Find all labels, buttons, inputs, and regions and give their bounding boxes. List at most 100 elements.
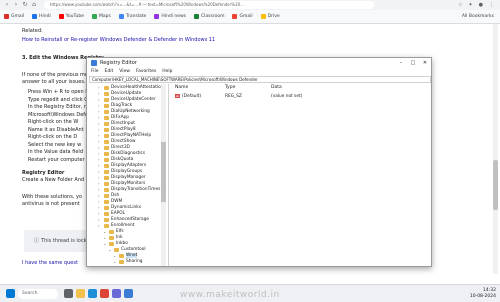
minimize-icon[interactable]: – [395, 58, 407, 68]
regedit-menubar: File Edit View Favorites Help [87, 68, 431, 76]
chrome-icon[interactable] [100, 289, 109, 298]
bookmark-icon [4, 14, 9, 19]
paragraph-2b: antivirus is not present [22, 201, 80, 207]
value-row[interactable]: ab (Default) REG_SZ (value not set) [173, 94, 429, 101]
info-icon: ⓘ [34, 238, 40, 244]
bookmark-label: YouTube [65, 14, 85, 19]
tree-scroll-thumb[interactable] [161, 142, 166, 202]
maximize-icon[interactable]: □ [407, 58, 419, 68]
bookmark-label: Hindi [39, 14, 51, 19]
step-item: Type regedit and click OK. [28, 96, 94, 103]
registry-description: Create a New Folder And [22, 177, 85, 183]
browser-toolbar-right: ☆ ✦ ● ⋮ [458, 1, 494, 9]
bookmark-icon [194, 14, 199, 19]
regedit-titlebar[interactable]: Registry Editor – □ ✕ [87, 58, 431, 68]
bookmark-item[interactable]: Maps [92, 14, 111, 19]
column-type[interactable]: Type [225, 85, 235, 90]
related-label: Related: [22, 28, 43, 34]
expand-icon[interactable]: ⌄ [113, 259, 117, 264]
forward-icon[interactable]: › [12, 1, 20, 9]
registry-editor-window: Registry Editor – □ ✕ File Edit View Favori… [86, 57, 432, 267]
bookmark-label: Gmail [11, 14, 25, 19]
bookmark-label: Drive [267, 14, 280, 19]
menu-icon[interactable]: ⋮ [489, 1, 494, 9]
url-field[interactable]: https://www.youtube.com/watch?v=...&t=..… [44, 1, 374, 9]
bookmark-item[interactable]: Translate [118, 14, 147, 19]
bookmark-label: Classroom [201, 14, 225, 19]
page-scroll-thumb[interactable] [493, 160, 498, 210]
close-icon[interactable]: ✕ [419, 58, 431, 68]
menu-item-view[interactable]: View [119, 68, 130, 76]
bookmark-label: Hindi news [161, 14, 186, 19]
tree-item[interactable]: ⌄ Sharing [113, 258, 143, 265]
menu-item-edit[interactable]: Edit [105, 68, 114, 76]
step-item: Right-click on the W [28, 119, 79, 125]
bookmark-item[interactable]: YouTube [58, 14, 85, 19]
all-bookmarks-button[interactable]: All Bookmarks [462, 14, 494, 19]
value-type: REG_SZ [225, 94, 242, 99]
file-explorer-icon[interactable] [76, 289, 85, 298]
taskbar-search[interactable]: Search [18, 289, 58, 299]
bookmark-item[interactable]: Classroom [194, 14, 224, 19]
bookmark-icon [154, 14, 160, 19]
bookmark-item[interactable]: Hindi news [154, 14, 186, 19]
registry-tree: › DeviceHealthAttestation › DeviceUpdate › De… [89, 84, 169, 266]
edge-icon[interactable] [88, 289, 97, 298]
regedit-app-icon [91, 60, 97, 66]
menu-item-file[interactable]: File [91, 68, 99, 76]
bookmarks-bar: Gmail Hindi YouTube Maps Translate Hindi news… [0, 10, 500, 24]
menu-item-help[interactable]: Help [162, 68, 172, 76]
paragraph-1b: answer to all your issues. [22, 79, 86, 85]
store-icon[interactable] [112, 289, 121, 298]
column-data[interactable]: Data [271, 85, 282, 90]
step-item: Name it as DisableAnt [28, 126, 84, 133]
bookmark-icon [58, 14, 64, 19]
back-icon[interactable]: ‹ [3, 1, 11, 9]
browser-address-bar: ‹ › ↻ ⌂ https://www.youtube.com/watch?v=… [0, 0, 500, 10]
bookmark-icon [260, 14, 266, 19]
column-name[interactable]: Name [175, 85, 188, 90]
star-icon[interactable]: ☆ [458, 1, 462, 9]
bookmark-item[interactable]: Drive [260, 14, 280, 19]
related-link[interactable]: How to Reinstall or Re-register Windows … [22, 37, 215, 43]
bookmark-label: Maps [99, 14, 111, 19]
values-header: Name Type Data [173, 85, 429, 93]
window-controls: – □ ✕ [395, 58, 431, 68]
tree-item-label: Sharing [126, 259, 143, 265]
windows-start-icon[interactable] [6, 289, 15, 298]
step-item: Right-click on the D [28, 134, 78, 140]
reload-icon[interactable]: ↻ [21, 1, 29, 9]
bookmark-label: Translate [125, 14, 147, 19]
page-scrollbar[interactable] [493, 24, 498, 274]
value-name: (Default) [182, 94, 202, 99]
regedit-address-field[interactable]: Computer\HKEY_LOCAL_MACHINE\SOFTWARE\Pol… [89, 76, 431, 83]
bookmark-icon [118, 14, 124, 19]
watermark: www.makeitworld.in [180, 290, 280, 300]
regedit-title: Registry Editor [100, 60, 137, 66]
extensions-icon[interactable]: ✦ [468, 1, 472, 9]
value-name-cell: ab (Default) [175, 94, 201, 99]
bookmark-icon [32, 14, 38, 19]
paragraph-2: With these solutions, yo [22, 194, 83, 200]
home-icon[interactable]: ⌂ [30, 1, 38, 9]
task-view-icon[interactable] [64, 289, 73, 298]
step-item: Select the new key w [28, 141, 82, 148]
bookmark-item[interactable]: Gmail [4, 14, 24, 19]
bookmark-icon [232, 14, 238, 19]
step-item: In the Value data field [28, 149, 83, 155]
clock-date[interactable]: 10-08-2024 [470, 294, 496, 300]
regedit-icon[interactable] [124, 289, 133, 298]
menu-item-favorites[interactable]: Favorites [136, 68, 156, 76]
expand-icon[interactable]: ⌄ [103, 241, 107, 246]
bookmark-icon [92, 14, 98, 19]
screen: ‹ › ↻ ⌂ https://www.youtube.com/watch?v=… [0, 0, 500, 302]
value-data: (value not set) [271, 94, 303, 99]
bookmark-item[interactable]: Hindi [32, 14, 51, 19]
expand-icon[interactable]: ⌄ [108, 247, 112, 252]
expand-icon[interactable]: › [98, 223, 102, 228]
bookmark-label: Gmail [239, 14, 253, 19]
footer-question[interactable]: I have the same quest [22, 260, 78, 266]
profile-icon[interactable]: ● [479, 1, 483, 9]
bookmark-item[interactable]: Gmail [232, 14, 253, 19]
system-tray: 14:32 10-08-2024 [470, 288, 496, 300]
